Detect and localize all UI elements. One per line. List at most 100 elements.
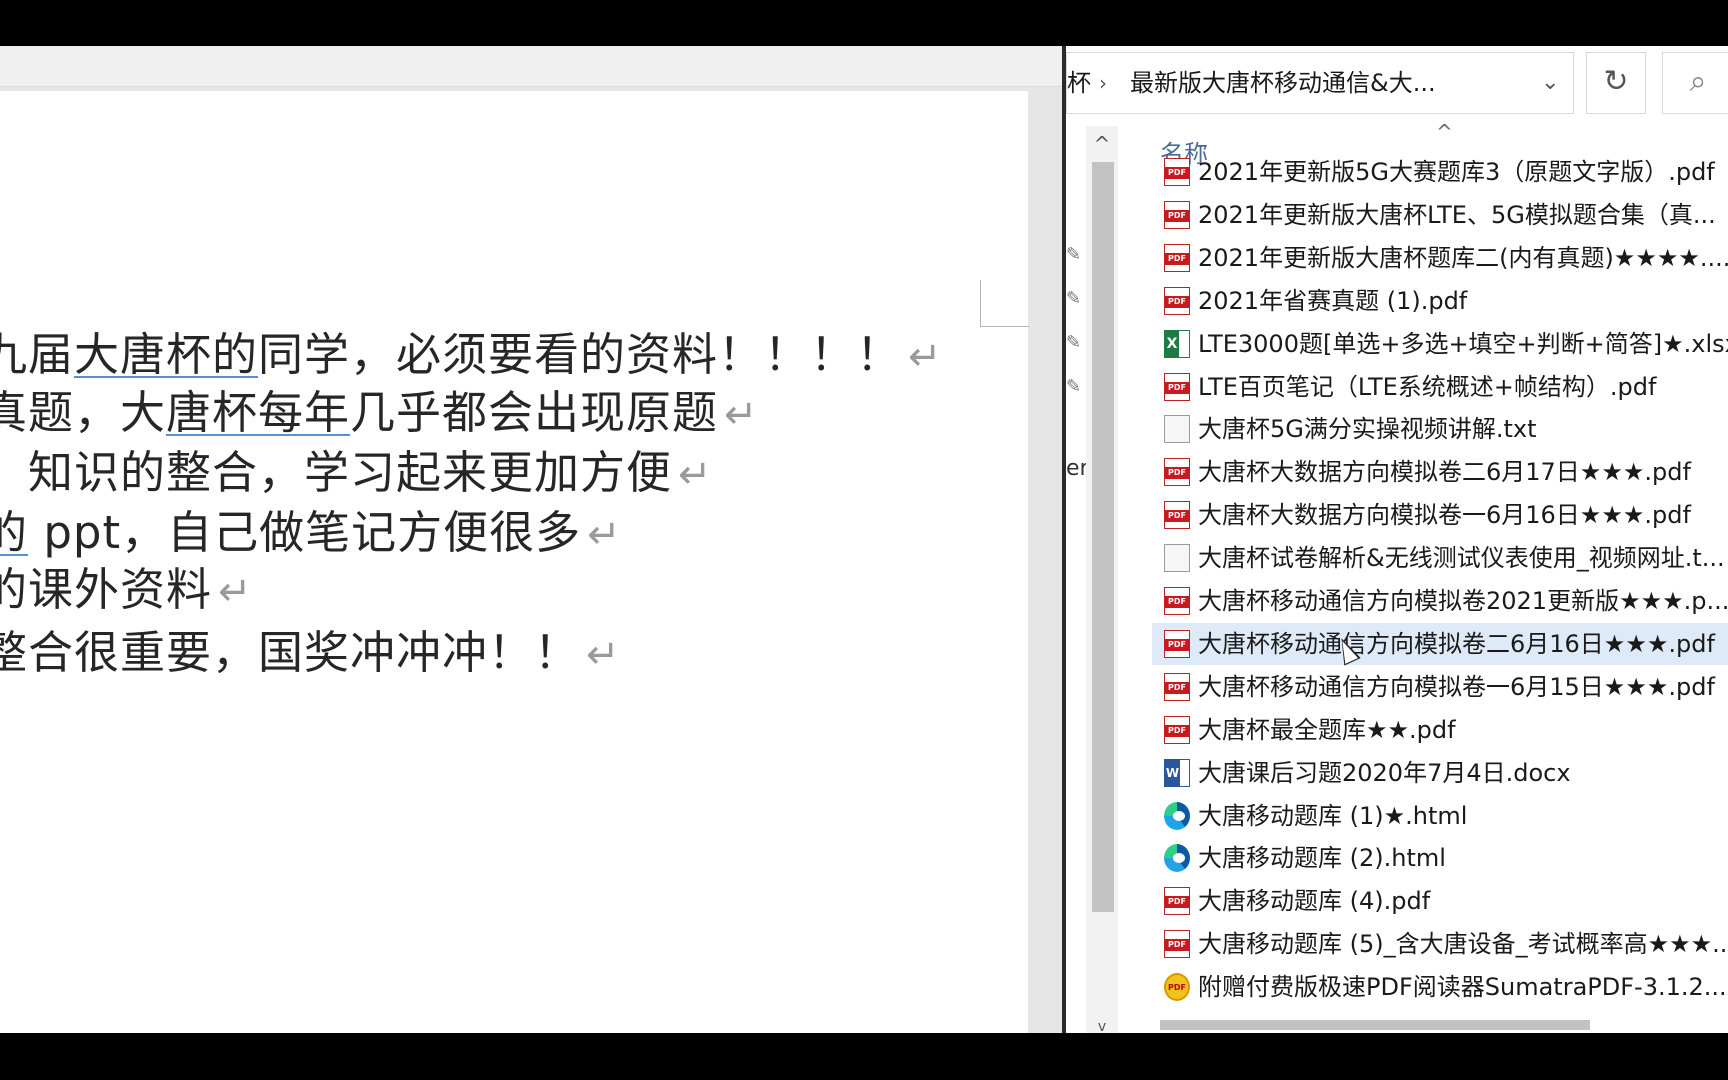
pdf-file-icon [1164,715,1190,744]
pdf-file-icon [1164,372,1190,401]
file-list-item[interactable]: 大唐移动题库 (2).html [1152,837,1728,879]
file-list-item[interactable]: 大唐杯最全题库★★.pdf [1152,709,1728,751]
file-list-item[interactable]: 大唐移动题库 (5)_含大唐设备_考试概率高★★★... [1152,923,1728,965]
file-name: 大唐课后习题2020年7月4日.docx [1198,758,1571,787]
paragraph-mark-icon: ↵ [587,512,622,558]
chevron-down-icon[interactable]: ⌄ [1541,53,1559,113]
file-list-item[interactable]: 大唐杯大数据方向模拟卷一6月16日★★★.pdf [1152,494,1728,536]
paragraph-mark-icon: ↵ [218,569,253,615]
underlined-text-run: 唐杯每年 [166,386,351,439]
file-name: 大唐杯大数据方向模拟卷二6月17日★★★.pdf [1198,458,1691,487]
txt-file-icon [1164,415,1190,444]
refresh-button[interactable]: ↻ [1586,52,1646,114]
text-run: ppt，自己做笔记方便很多 [28,506,582,559]
document-ruler-area [0,46,1062,87]
document-line[interactable]: 的 ppt，自己做笔记方便很多 ↵ [0,505,622,563]
file-list-item[interactable]: 2021年省赛真题 (1).pdf [1152,280,1728,322]
file-list-item[interactable]: 大唐杯移动通信方向模拟卷二6月16日★★★.pdf [1152,622,1728,665]
file-list-item[interactable]: 大唐杯移动通信方向模拟卷2021更新版★★★.p... [1152,580,1728,622]
file-list-item[interactable]: 2021年更新版5G大赛题库3（原题文字版）.pdf [1152,151,1728,193]
breadcrumb-separator-icon[interactable]: › [1099,53,1107,113]
document-window: 九届大唐杯的同学，必须要看的资料！！！！ ↵ 真题，大唐杯每年几乎都会出现原题 ↵ … [0,46,1062,1033]
text-run: 九届 [0,328,75,381]
file-name: LTE3000题[单选+多选+填空+判断+简答]★.xlsx [1198,329,1728,358]
file-list-item[interactable]: LTE百页笔记（LTE系统概述+帧结构）.pdf [1152,366,1728,408]
pin-icon: ✎ [1066,376,1082,397]
document-line[interactable]: 、知识的整合，学习起来更加方便 ↵ [0,445,713,503]
file-list-item[interactable]: 大唐杯移动通信方向模拟卷一6月15日★★★.pdf [1152,666,1728,708]
scroll-down-icon[interactable]: v [1086,1020,1118,1033]
file-name: 大唐杯移动通信方向模拟卷二6月16日★★★.pdf [1198,629,1715,658]
html-file-icon [1164,801,1190,830]
file-name: 大唐移动题库 (5)_含大唐设备_考试概率高★★★... [1198,930,1728,959]
file-name: 2021年更新版5G大赛题库3（原题文字版）.pdf [1198,158,1715,186]
file-name: 大唐杯移动通信方向模拟卷一6月15日★★★.pdf [1198,672,1715,701]
scrollbar-thumb[interactable] [1092,162,1114,912]
document-line[interactable]: 九届大唐杯的同学，必须要看的资料！！！！ ↵ [0,327,943,385]
letterbox-top [0,0,1728,46]
file-name: LTE百页笔记（LTE系统概述+帧结构）.pdf [1198,372,1657,401]
file-list-item[interactable]: 大唐课后习题2020年7月4日.docx [1152,752,1728,794]
file-list-item[interactable]: 附赠付费版极速PDF阅读器SumatraPDF-3.1.2... [1152,966,1728,1008]
text-run: 几乎都会出现原题 [350,386,719,439]
exe-file-icon [1164,973,1190,1002]
pdf-file-icon [1164,501,1190,530]
pdf-file-icon [1164,158,1190,186]
docx-file-icon [1164,758,1190,787]
navigation-pane[interactable]: ✎ ✎ ✎ ✎ er [1066,126,1088,1033]
txt-file-icon [1164,544,1190,573]
file-list-item[interactable]: 大唐杯大数据方向模拟卷二6月17日★★★.pdf [1152,451,1728,493]
page-margin-corner-mark [980,280,1029,327]
pdf-file-icon [1164,629,1190,658]
paragraph-mark-icon: ↵ [908,334,943,380]
file-list-item[interactable]: LTE3000题[单选+多选+填空+判断+简答]★.xlsx [1152,323,1728,365]
xlsx-file-icon [1164,329,1190,358]
file-name: 附赠付费版极速PDF阅读器SumatraPDF-3.1.2... [1198,973,1727,1002]
file-name: 大唐移动题库 (2).html [1198,844,1446,873]
file-explorer-window: 杯 › 最新版大唐杯移动通信&大... ⌄ ↻ ⌕ ✎ ✎ ✎ ✎ er ^ v… [1066,46,1728,1033]
file-list-item[interactable]: 大唐杯5G满分实操视频讲解.txt [1152,408,1728,450]
pdf-file-icon [1164,458,1190,487]
text-run: 、知识的整合，学习起来更加方便 [0,446,673,499]
pdf-file-icon [1164,587,1190,615]
pin-icon: ✎ [1066,244,1082,265]
pdf-file-icon [1164,286,1190,315]
breadcrumb-parent[interactable]: 杯 [1067,53,1091,113]
pdf-file-icon [1164,930,1190,959]
pdf-file-icon [1164,887,1190,916]
document-page[interactable]: 九届大唐杯的同学，必须要看的资料！！！！ ↵ 真题，大唐杯每年几乎都会出现原题 ↵ … [0,91,1029,1033]
search-icon[interactable]: ⌕ [1662,52,1728,114]
file-name: 大唐杯最全题库★★.pdf [1198,715,1456,744]
document-line[interactable]: 真题，大唐杯每年几乎都会出现原题 ↵ [0,385,759,443]
file-name: 大唐移动题库 (1)★.html [1198,801,1468,830]
nav-item-label[interactable]: er [1066,456,1088,481]
text-run: 整合很重要，国奖冲冲冲！！ [0,626,581,679]
file-list-item[interactable]: 大唐杯试卷解析&无线测试仪表使用_视频网址.t... [1152,537,1728,579]
underlined-text-run: 的 [0,506,29,559]
underlined-text-run: 大唐杯的 [74,328,259,381]
file-name: 2021年省赛真题 (1).pdf [1198,286,1468,315]
paragraph-mark-icon: ↵ [678,452,713,498]
file-name: 大唐移动题库 (4).pdf [1198,887,1431,916]
horizontal-scrollbar-thumb[interactable] [1160,1020,1590,1030]
file-name: 2021年更新版大唐杯LTE、5G模拟题合集（真... [1198,200,1716,229]
file-name: 大唐杯移动通信方向模拟卷2021更新版★★★.p... [1198,587,1728,615]
breadcrumb-current[interactable]: 最新版大唐杯移动通信&大... [1130,53,1436,113]
sort-ascending-icon: ^ [1436,120,1453,144]
file-name: 2021年更新版大唐杯题库二(内有真题)★★★★.... [1198,243,1728,272]
file-name: 大唐杯试卷解析&无线测试仪表使用_视频网址.t... [1198,544,1725,573]
scroll-up-icon[interactable]: ^ [1086,128,1118,160]
file-list-item[interactable]: 大唐移动题库 (4).pdf [1152,880,1728,922]
text-run: 同学，必须要看的资料！！！！ [258,328,903,381]
document-line[interactable]: 的课外资料 ↵ [0,562,253,620]
paragraph-mark-icon: ↵ [724,392,759,438]
file-list-item[interactable]: 2021年更新版大唐杯LTE、5G模拟题合集（真... [1152,194,1728,236]
file-list-item[interactable]: 2021年更新版大唐杯题库二(内有真题)★★★★.... [1152,237,1728,279]
pin-icon: ✎ [1066,332,1082,353]
text-run: 的课外资料 [0,563,213,616]
letterbox-bottom [0,1033,1728,1080]
paragraph-mark-icon: ↵ [586,632,621,678]
file-list-item[interactable]: 大唐移动题库 (1)★.html [1152,795,1728,837]
address-bar[interactable]: 杯 › 最新版大唐杯移动通信&大... ⌄ [1066,52,1574,114]
document-line[interactable]: 整合很重要，国奖冲冲冲！！ ↵ [0,625,621,683]
